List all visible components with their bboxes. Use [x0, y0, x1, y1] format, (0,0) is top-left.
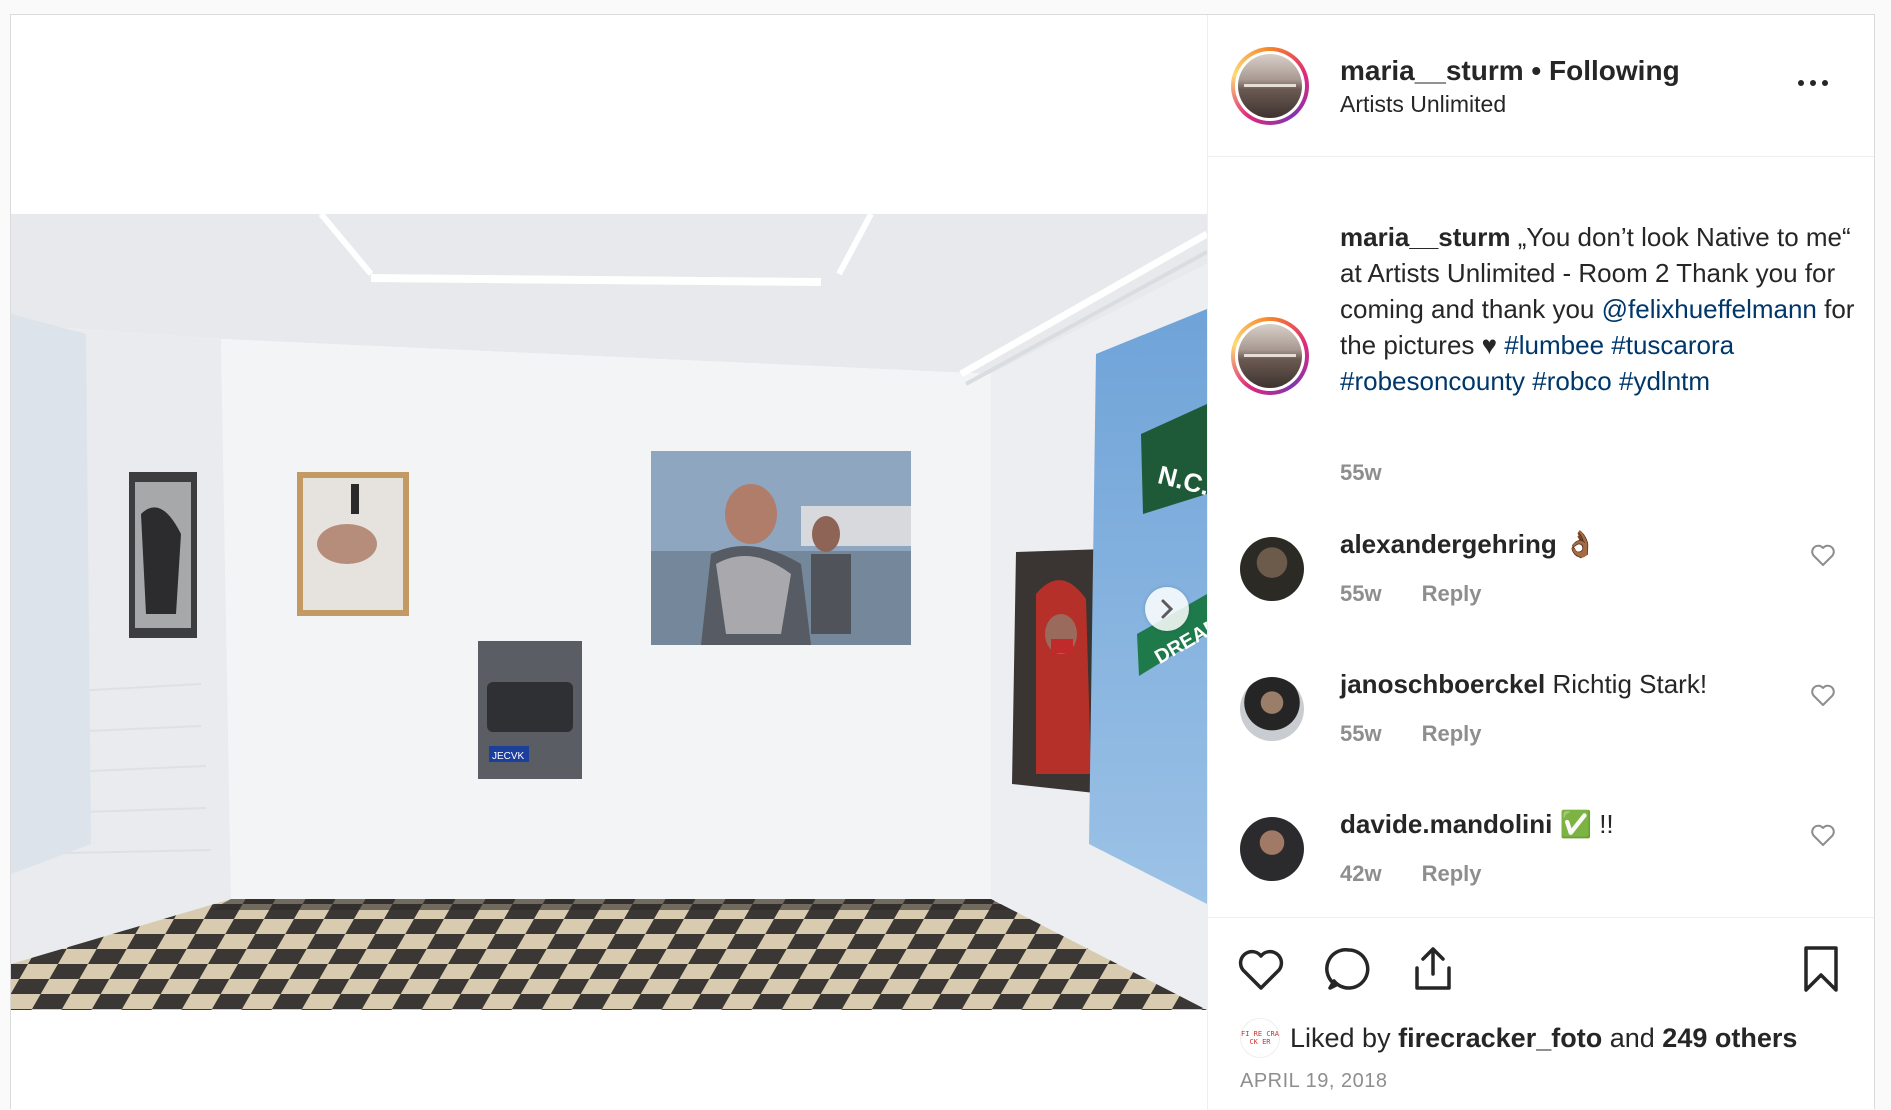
- comment-text: Richtig Stark!: [1552, 669, 1708, 699]
- follow-status[interactable]: Following: [1549, 55, 1680, 86]
- avatar[interactable]: [1240, 537, 1304, 601]
- heart-icon[interactable]: [1236, 944, 1286, 994]
- comment-icon[interactable]: [1324, 944, 1374, 994]
- reply-button[interactable]: Reply: [1422, 581, 1482, 606]
- comment-time[interactable]: 55w: [1340, 721, 1382, 746]
- comment-text: 👌🏾: [1563, 529, 1597, 559]
- hashtag[interactable]: #lumbee: [1504, 330, 1604, 360]
- share-icon[interactable]: [1408, 944, 1458, 994]
- comment-body: davide.mandolini ✅ !!: [1340, 809, 1614, 840]
- location-link[interactable]: Artists Unlimited: [1340, 91, 1506, 118]
- chevron-right-icon: [1161, 599, 1174, 619]
- comment-username[interactable]: janoschboerckel: [1340, 669, 1545, 699]
- likes-summary: FI RE CRA CK ER Liked by firecracker_fot…: [1240, 1016, 1797, 1060]
- gallery-photo: JECVK N.C. DREAM: [11, 214, 1207, 1010]
- comment-meta: 42w Reply: [1340, 861, 1482, 887]
- comment-text: ✅ !!: [1559, 809, 1614, 839]
- hashtag[interactable]: #tuscarora: [1611, 330, 1734, 360]
- comment-username[interactable]: davide.mandolini: [1340, 809, 1552, 839]
- liker-avatar[interactable]: FI RE CRA CK ER: [1240, 1018, 1280, 1058]
- comments-section: maria__sturm „You don’t look Native to m…: [1208, 157, 1874, 917]
- avatar[interactable]: [1240, 817, 1304, 881]
- comment-like-heart-icon[interactable]: [1810, 683, 1836, 707]
- hashtag[interactable]: #robco: [1532, 366, 1612, 396]
- post-media: JECVK N.C. DREAM: [11, 15, 1207, 1110]
- header-avatar[interactable]: [1231, 47, 1309, 125]
- comment-like-heart-icon[interactable]: [1810, 543, 1836, 567]
- comment-username[interactable]: alexandergehring: [1340, 529, 1557, 559]
- reply-button[interactable]: Reply: [1422, 721, 1482, 746]
- comment-item: davide.mandolini ✅ !! 42w Reply: [1208, 809, 1874, 917]
- caption: maria__sturm „You don’t look Native to m…: [1340, 219, 1860, 399]
- comment-meta: 55w Reply: [1340, 581, 1482, 607]
- comment-item: alexandergehring 👌🏾 55w Reply: [1208, 529, 1874, 669]
- comment-meta: 55w Reply: [1340, 721, 1482, 747]
- comment-body: alexandergehring 👌🏾: [1340, 529, 1596, 560]
- comment-item: janoschboerckel Richtig Stark! 55w Reply: [1208, 669, 1874, 809]
- post-sidebar: maria__sturm • Following Artists Unlimit…: [1207, 15, 1874, 1110]
- photo-plate: JECVK: [492, 751, 525, 762]
- bookmark-icon[interactable]: [1796, 944, 1846, 994]
- next-image-button[interactable]: [1145, 587, 1189, 631]
- header-separator: •: [1523, 55, 1550, 86]
- liker-username[interactable]: firecracker_foto: [1398, 1023, 1602, 1054]
- instagram-post: JECVK N.C. DREAM maria__sturm • Followin…: [10, 14, 1875, 1110]
- avatar[interactable]: [1240, 677, 1304, 741]
- comment-time[interactable]: 42w: [1340, 861, 1382, 886]
- reply-button[interactable]: Reply: [1422, 861, 1482, 886]
- action-bar: FI RE CRA CK ER Liked by firecracker_fot…: [1208, 917, 1874, 1110]
- comment-time[interactable]: 55w: [1340, 581, 1382, 606]
- comment-like-heart-icon[interactable]: [1810, 823, 1836, 847]
- more-options-icon[interactable]: [1798, 73, 1834, 93]
- hashtag[interactable]: #robesoncounty: [1340, 366, 1525, 396]
- header-username[interactable]: maria__sturm: [1340, 55, 1524, 86]
- caption-avatar[interactable]: [1231, 317, 1309, 395]
- hashtag[interactable]: #ydlntm: [1619, 366, 1710, 396]
- caption-username[interactable]: maria__sturm: [1340, 222, 1511, 252]
- likes-prefix: Liked by: [1290, 1022, 1391, 1053]
- post-header: maria__sturm • Following Artists Unlimit…: [1208, 15, 1874, 157]
- caption-time[interactable]: 55w: [1340, 460, 1382, 486]
- header-username-row: maria__sturm • Following: [1340, 55, 1680, 87]
- caption-mention[interactable]: @felixhueffelmann: [1602, 294, 1817, 324]
- post-date[interactable]: APRIL 19, 2018: [1240, 1070, 1387, 1093]
- likes-middle: and: [1609, 1022, 1655, 1053]
- comment-body: janoschboerckel Richtig Stark!: [1340, 669, 1707, 700]
- likes-others-link[interactable]: 249 others: [1662, 1023, 1797, 1054]
